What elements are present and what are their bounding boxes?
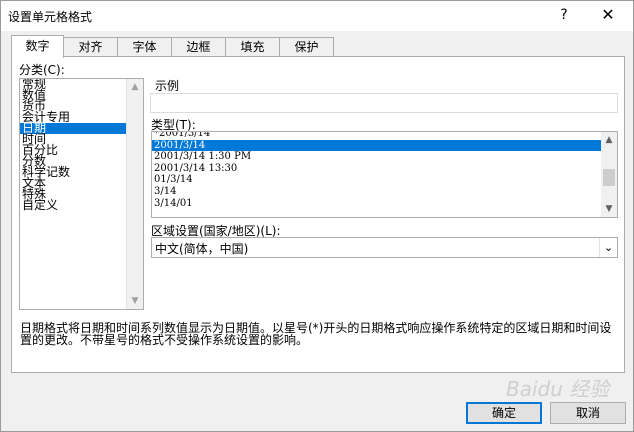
type-item-selected[interactable]: 2001/3/14 <box>152 139 617 152</box>
format-description: 日期格式将日期和时间系列数值显示为日期值。以星号(*)开头的日期格式响应操作系统… <box>20 321 612 347</box>
scroll-thumb[interactable] <box>603 169 615 186</box>
category-scrollbar[interactable]: ▲ ▼ <box>126 79 143 309</box>
format-cells-dialog: 设置单元格格式 ? ✕ 数字 对齐 字体 边框 填充 保护 分类(C): 常规 … <box>0 0 634 432</box>
chevron-down-icon[interactable]: ⌄ <box>599 238 617 257</box>
tab-number[interactable]: 数字 <box>11 35 64 58</box>
watermark-logo: Baidu 经验 <box>506 377 610 401</box>
locale-value: 中文(简体，中国) <box>155 242 249 256</box>
scroll-up-arrow-icon[interactable]: ▲ <box>601 132 617 148</box>
dialog-title: 设置单元格格式 <box>8 10 93 24</box>
locale-dropdown[interactable]: 中文(简体，中国) ⌄ <box>151 237 618 258</box>
type-item[interactable]: *2001/3/14 <box>152 132 617 140</box>
category-item-custom[interactable]: 自定义 <box>20 199 143 211</box>
scroll-down-arrow-icon[interactable]: ▼ <box>127 293 143 309</box>
tab-fill[interactable]: 填充 <box>225 37 280 57</box>
title-bar: 设置单元格格式 ? ✕ <box>1 1 633 31</box>
type-scrollbar[interactable]: ▲ ▼ <box>601 132 617 217</box>
scroll-down-arrow-icon[interactable]: ▼ <box>601 201 617 217</box>
scroll-up-arrow-icon[interactable]: ▲ <box>127 79 143 95</box>
tab-font[interactable]: 字体 <box>117 37 172 57</box>
close-button[interactable]: ✕ <box>597 5 619 25</box>
number-tab-panel: 分类(C): 常规 数值 货币 会计专用 日期 时间 百分比 分数 科学记数 文… <box>11 56 625 373</box>
type-item[interactable]: 3/14/01 <box>152 198 617 210</box>
type-list[interactable]: *2001/3/14 2001/3/14 2001/3/14 1:30 PM 2… <box>151 131 618 218</box>
type-item[interactable]: 2001/3/14 13:30 <box>152 163 617 175</box>
type-item[interactable]: 01/3/14 <box>152 174 617 186</box>
sample-label: 示例 <box>155 79 180 93</box>
type-item[interactable]: 3/14 <box>152 186 617 198</box>
category-label: 分类(C): <box>19 63 65 77</box>
cancel-button[interactable]: 取消 <box>550 402 626 424</box>
sample-preview <box>150 93 618 113</box>
type-item[interactable]: 2001/3/14 1:30 PM <box>152 151 617 163</box>
category-list[interactable]: 常规 数值 货币 会计专用 日期 时间 百分比 分数 科学记数 文本 特殊 自定… <box>19 78 144 310</box>
help-button[interactable]: ? <box>553 5 575 25</box>
tab-border[interactable]: 边框 <box>171 37 226 57</box>
tab-protection[interactable]: 保护 <box>279 37 334 57</box>
ok-button[interactable]: 确定 <box>466 402 542 424</box>
tab-alignment[interactable]: 对齐 <box>63 37 118 57</box>
